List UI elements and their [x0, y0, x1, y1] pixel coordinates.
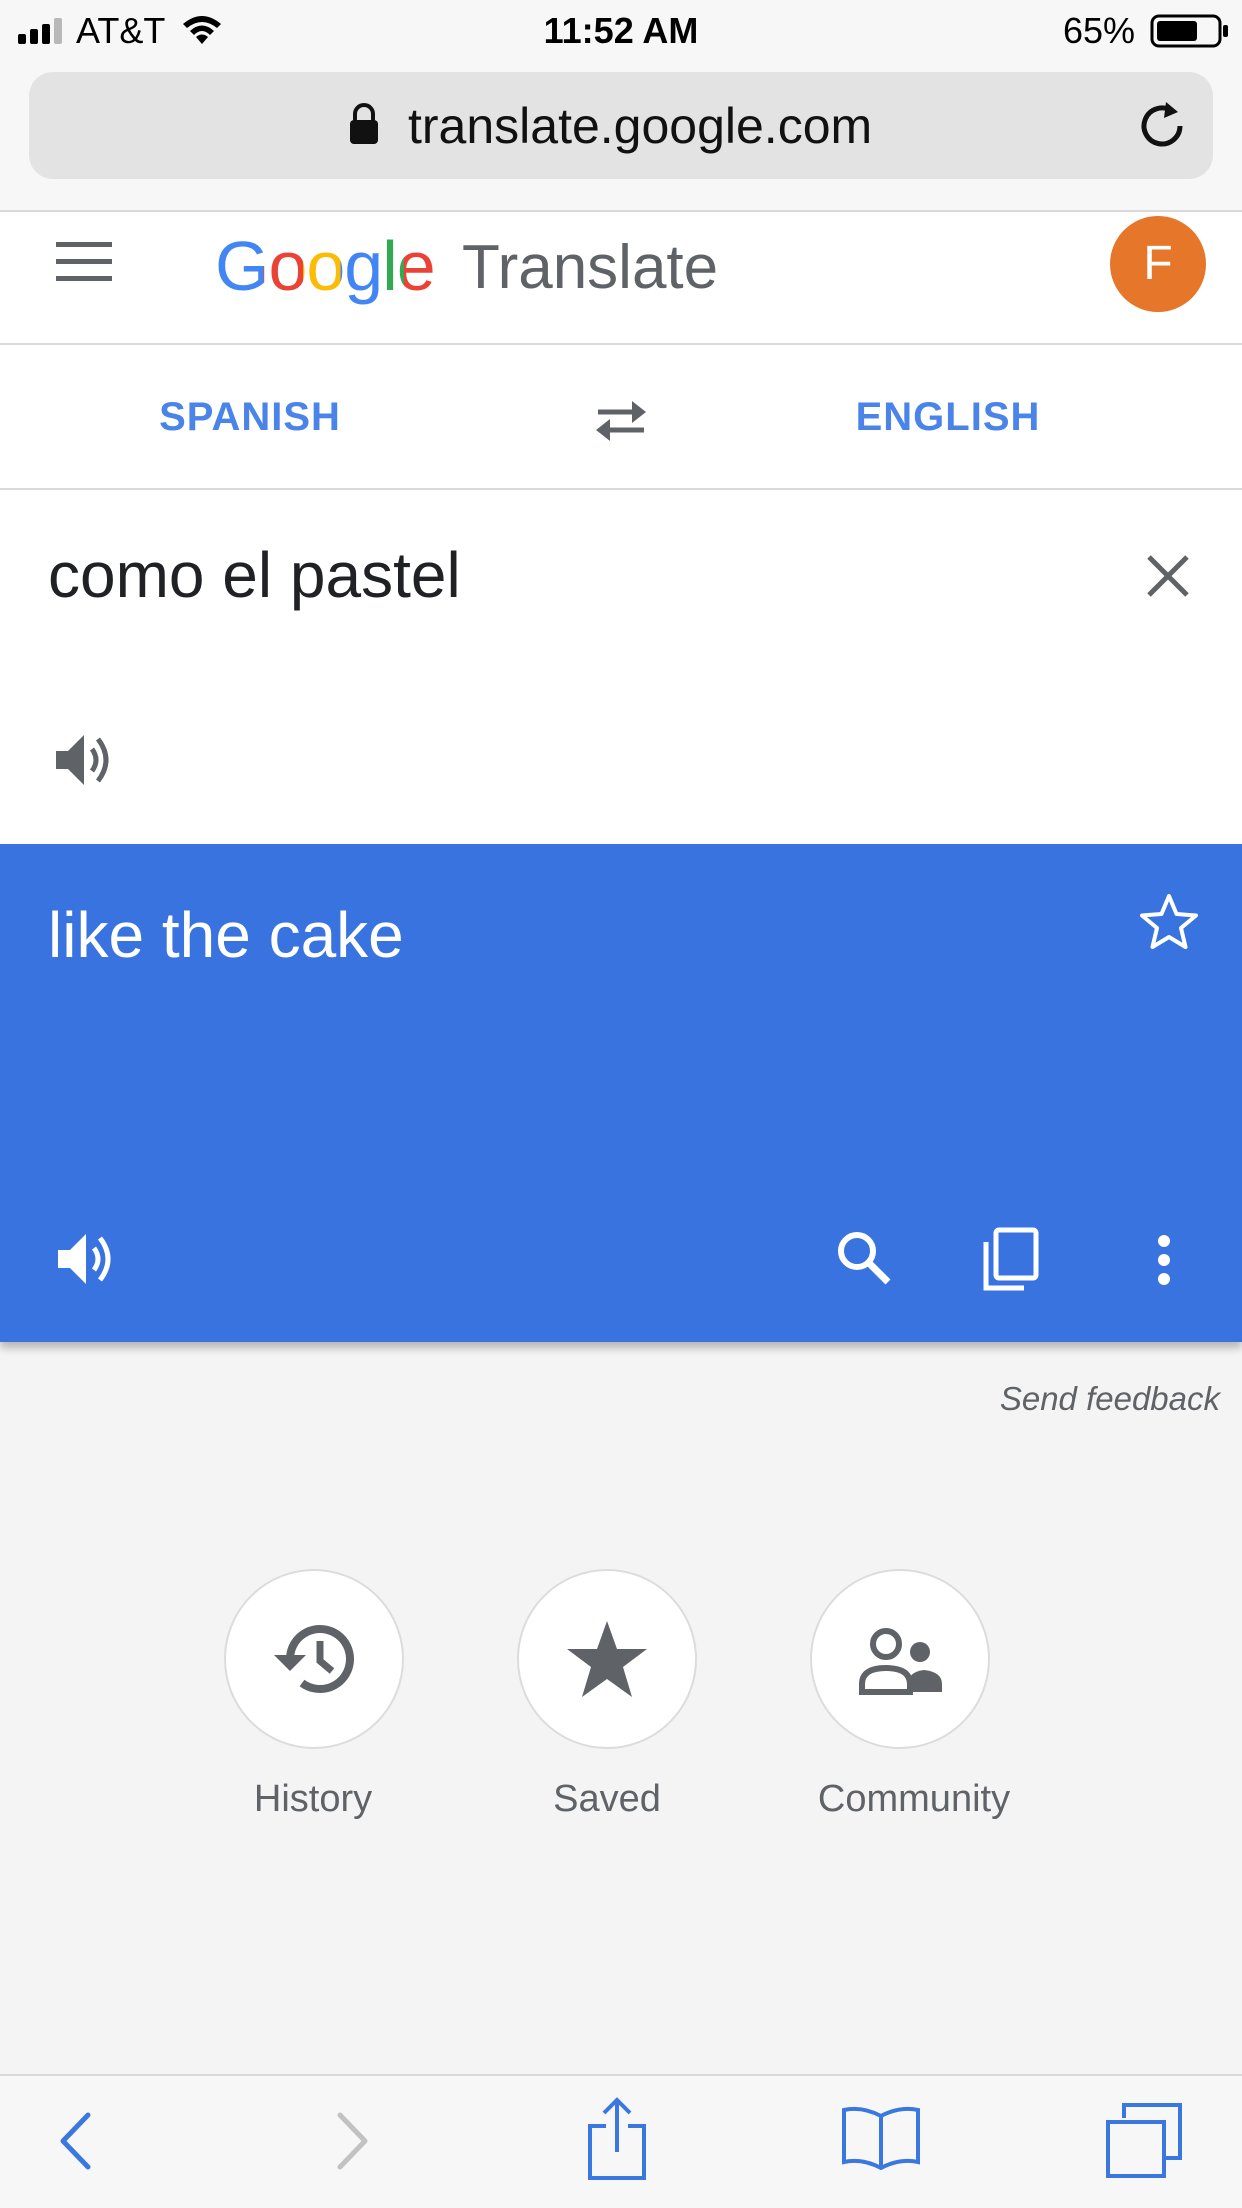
send-feedback-link[interactable]: Send feedback	[900, 1380, 1220, 1418]
save-star-icon[interactable]	[1138, 892, 1200, 952]
star-icon	[567, 1621, 647, 1697]
url-text: translate.google.com	[408, 98, 873, 154]
clear-icon[interactable]	[1146, 554, 1190, 598]
copy-icon[interactable]	[980, 1226, 1040, 1292]
app-title: Translate	[462, 233, 719, 302]
swap-languages-icon[interactable]	[592, 398, 650, 444]
clock: 11:52 AM	[543, 10, 699, 51]
lock-icon	[350, 103, 378, 144]
saved-label: Saved	[553, 1778, 661, 1820]
bookmarks-icon[interactable]	[840, 2104, 922, 2170]
translation-text: like the cake	[48, 899, 404, 971]
share-icon[interactable]	[586, 2096, 648, 2182]
source-language-button[interactable]: SPANISH	[0, 395, 500, 440]
listen-translation-icon[interactable]	[56, 1230, 116, 1288]
history-icon	[274, 1625, 354, 1693]
search-icon[interactable]	[836, 1230, 892, 1286]
avatar[interactable]: F	[1110, 216, 1206, 312]
reload-icon[interactable]	[1136, 100, 1188, 152]
menu-icon[interactable]	[56, 240, 112, 284]
source-text-input[interactable]: como el pastel	[48, 538, 461, 612]
listen-source-icon[interactable]	[54, 731, 114, 789]
forward-icon[interactable]	[336, 2112, 370, 2170]
history-label: History	[253, 1778, 373, 1820]
more-options-icon[interactable]	[1155, 1234, 1173, 1286]
community-icon	[859, 1628, 942, 1695]
google-logo: Google	[215, 227, 436, 305]
target-language-button[interactable]: ENGLISH	[698, 395, 1198, 440]
tabs-icon[interactable]	[1104, 2102, 1184, 2180]
battery-percent: 65%	[1063, 10, 1136, 51]
battery-icon	[1150, 14, 1228, 48]
community-label: Community	[817, 1778, 1011, 1820]
back-icon[interactable]	[58, 2112, 92, 2170]
